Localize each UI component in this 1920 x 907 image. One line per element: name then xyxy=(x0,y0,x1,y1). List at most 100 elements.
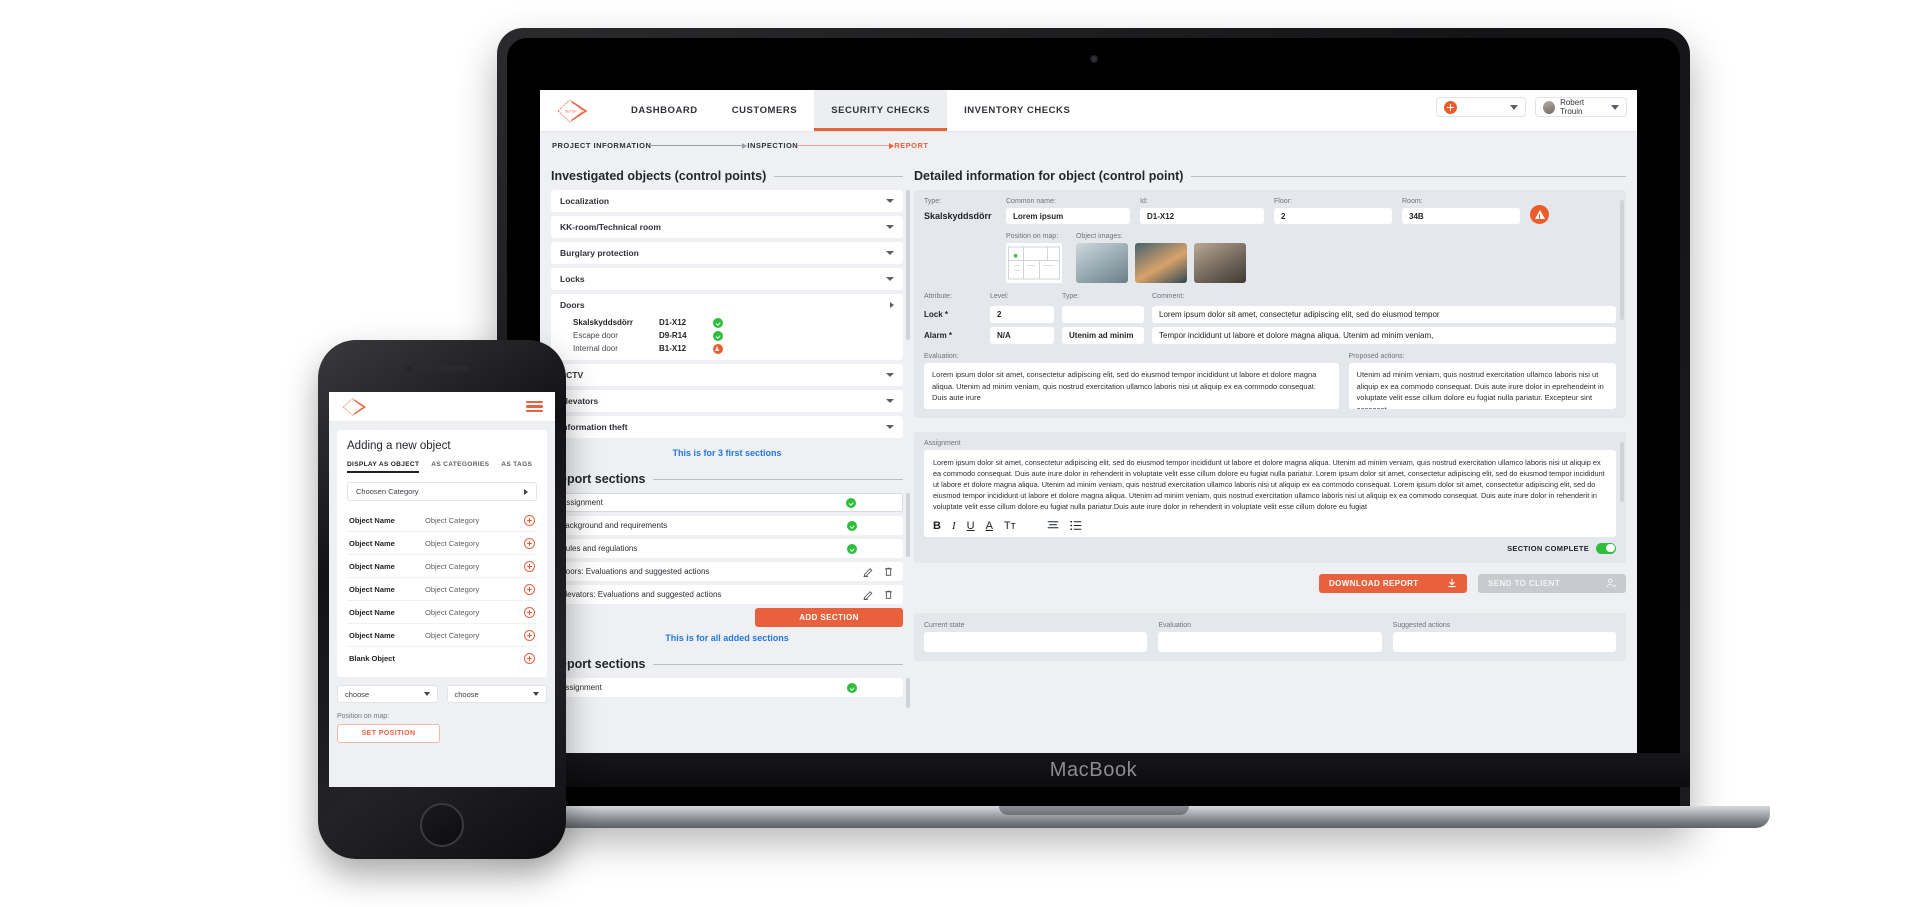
text-color-icon[interactable]: A xyxy=(986,520,993,532)
user-menu-left: Robert Trouin xyxy=(1543,98,1605,116)
tab-display-as-object[interactable]: DISPLAY AS OBJECT xyxy=(347,461,420,473)
assignment-scrollbar[interactable] xyxy=(1620,442,1624,502)
alarm-level-input[interactable]: N/A xyxy=(990,327,1054,344)
accordion-burglary-protection[interactable]: Burglary protection xyxy=(551,242,903,264)
lock-comment-input[interactable]: Lorem ipsum dolor sit amet, consectetur … xyxy=(1152,306,1616,323)
add-icon[interactable] xyxy=(524,514,535,526)
report-section-assignment[interactable]: Assignment xyxy=(551,493,903,512)
list-item[interactable]: Object Name Object Category xyxy=(347,624,537,647)
list-item[interactable]: Object Name Object Category xyxy=(347,601,537,624)
report-section-rules[interactable]: Rules and regulations xyxy=(551,539,903,558)
list-item[interactable]: Object Name Object Category xyxy=(347,532,537,555)
font-size-icon[interactable]: Tт xyxy=(1004,520,1016,532)
bold-icon[interactable]: B xyxy=(933,520,941,532)
alarm-comment-input[interactable]: Tempor incididunt ut labore et dolore ma… xyxy=(1152,327,1616,344)
add-icon[interactable] xyxy=(524,629,535,641)
add-icon[interactable] xyxy=(524,606,535,618)
breadcrumb-step-report[interactable]: REPORT xyxy=(894,141,928,150)
edit-icon[interactable] xyxy=(863,566,874,577)
delete-icon[interactable] xyxy=(883,589,894,600)
proposed-actions-textarea[interactable]: Utenim ad minim veniam, quis nostrud exe… xyxy=(1348,363,1616,409)
italic-icon[interactable]: I xyxy=(952,520,956,532)
report-section-elevators[interactable]: Elevators: Evaluations and suggested act… xyxy=(551,585,903,604)
object-name: Skalskyddsdörr xyxy=(573,318,634,327)
lock-level-input[interactable]: 2 xyxy=(990,306,1054,323)
underline-icon[interactable]: U xyxy=(967,520,975,532)
object-image-3[interactable] xyxy=(1194,243,1246,283)
accordion-cctv[interactable]: CCTV xyxy=(551,364,903,386)
report-sections-header: Report sections xyxy=(551,462,903,493)
nav-item-inventory-checks[interactable]: INVENTORY CHECKS xyxy=(947,90,1087,131)
accordion-doors[interactable]: Doors xyxy=(551,294,903,316)
detail-panel-scrollbar[interactable] xyxy=(1620,200,1624,320)
add-icon[interactable] xyxy=(524,583,535,595)
section-complete-toggle[interactable] xyxy=(1596,542,1616,554)
objects-scrollbar[interactable] xyxy=(906,190,910,340)
common-name-input[interactable]: Lorem ipsum xyxy=(1006,208,1130,224)
map-thumbnail[interactable] xyxy=(1006,243,1062,283)
current-state-input[interactable] xyxy=(924,631,1148,652)
add-icon[interactable] xyxy=(524,560,535,572)
object-row-escape-door[interactable]: Escape door D9-R14 xyxy=(551,329,903,342)
list-icon[interactable] xyxy=(1069,520,1082,531)
object-image-1[interactable] xyxy=(1076,243,1128,283)
evaluation-textarea[interactable]: Lorem ipsum dolor sit amet, consectetur … xyxy=(924,363,1339,409)
nav-item-dashboard[interactable]: DASHBOARD xyxy=(614,90,715,131)
report-section-doors[interactable]: Doors: Evaluations and suggested actions xyxy=(551,562,903,581)
bottom-scrollbar[interactable] xyxy=(906,678,910,708)
nav-item-security-checks[interactable]: SECURITY CHECKS xyxy=(814,90,948,131)
room-input[interactable]: 34B xyxy=(1402,208,1520,224)
user-menu[interactable]: Robert Trouin xyxy=(1535,97,1627,117)
accordion-localization[interactable]: Localization xyxy=(551,190,903,212)
object-image-2[interactable] xyxy=(1135,243,1187,283)
download-report-button[interactable]: DOWNLOAD REPORT xyxy=(1319,573,1467,593)
phone-category-select[interactable]: Choosen Category xyxy=(347,482,537,501)
object-images-label: Object images: xyxy=(1076,233,1123,240)
floor-input[interactable]: 2 xyxy=(1274,208,1392,224)
list-item[interactable]: Object Name Object Category xyxy=(347,555,537,578)
phone-add-object-card: Adding a new object DISPLAY AS OBJECT AS… xyxy=(337,430,547,677)
accordion-kk-room[interactable]: KK-room/Technical room xyxy=(551,216,903,238)
add-icon[interactable] xyxy=(524,537,535,549)
list-item[interactable]: Object Name Object Category xyxy=(347,509,537,532)
phone-select-2[interactable]: choose xyxy=(446,685,547,703)
alarm-type-input[interactable]: Utenim ad minim xyxy=(1062,327,1144,344)
object-row-skalskyddsdorr[interactable]: Skalskyddsdörr D1-X12 xyxy=(551,316,903,329)
add-dropdown[interactable] xyxy=(1436,97,1526,117)
warning-icon[interactable] xyxy=(1530,205,1549,224)
object-row-internal-door[interactable]: Internal door B1-X12 xyxy=(551,342,903,355)
assignment-editor[interactable]: Lorem ipsum dolor sit amet, consectetur … xyxy=(924,450,1616,537)
nav-item-customers[interactable]: CUSTOMERS xyxy=(715,90,814,131)
breadcrumb-step-project-information[interactable]: PROJECT INFORMATION xyxy=(552,141,651,150)
list-item[interactable]: Object Name Object Category xyxy=(347,578,537,601)
suggested-actions-input[interactable] xyxy=(1392,631,1616,652)
app-logo[interactable]: SETUP xyxy=(540,98,614,124)
align-icon[interactable] xyxy=(1047,520,1059,531)
id-input[interactable]: D1-X12 xyxy=(1140,208,1264,224)
title-rule xyxy=(653,663,903,665)
tab-as-categories[interactable]: AS CATEGORIES xyxy=(431,461,489,473)
report-sections-scrollbar[interactable] xyxy=(906,493,910,557)
add-section-button[interactable]: ADD SECTION xyxy=(755,608,903,627)
delete-icon[interactable] xyxy=(883,566,894,577)
phone-position-block: Position on map: SET POSITION xyxy=(329,713,555,743)
phone-select-1[interactable]: choose xyxy=(337,685,438,703)
add-icon[interactable] xyxy=(524,652,535,664)
evaluation-col-input[interactable] xyxy=(1158,631,1382,652)
bottom-section-assignment[interactable]: Assignment xyxy=(551,678,903,697)
tab-as-tags[interactable]: AS TAGS xyxy=(501,461,532,473)
accordion-information-theft[interactable]: Information theft xyxy=(551,416,903,438)
logo-icon[interactable] xyxy=(341,397,375,417)
accordion-locks[interactable]: Locks xyxy=(551,268,903,290)
send-to-client-button[interactable]: SEND TO CLIENT xyxy=(1478,573,1626,593)
hamburger-icon[interactable] xyxy=(526,398,543,415)
accordion-elevators[interactable]: Elevators xyxy=(551,390,903,412)
set-position-button[interactable]: SET POSITION xyxy=(337,724,440,743)
chevron-down-icon xyxy=(533,692,539,696)
phone-home-button[interactable] xyxy=(420,803,464,847)
lock-type-input[interactable] xyxy=(1062,306,1144,323)
report-section-background[interactable]: Background and requirements xyxy=(551,516,903,535)
list-item-blank-object[interactable]: Blank Object xyxy=(347,647,537,669)
edit-icon[interactable] xyxy=(863,589,874,600)
breadcrumb-step-inspection[interactable]: INSPECTION xyxy=(747,141,798,150)
